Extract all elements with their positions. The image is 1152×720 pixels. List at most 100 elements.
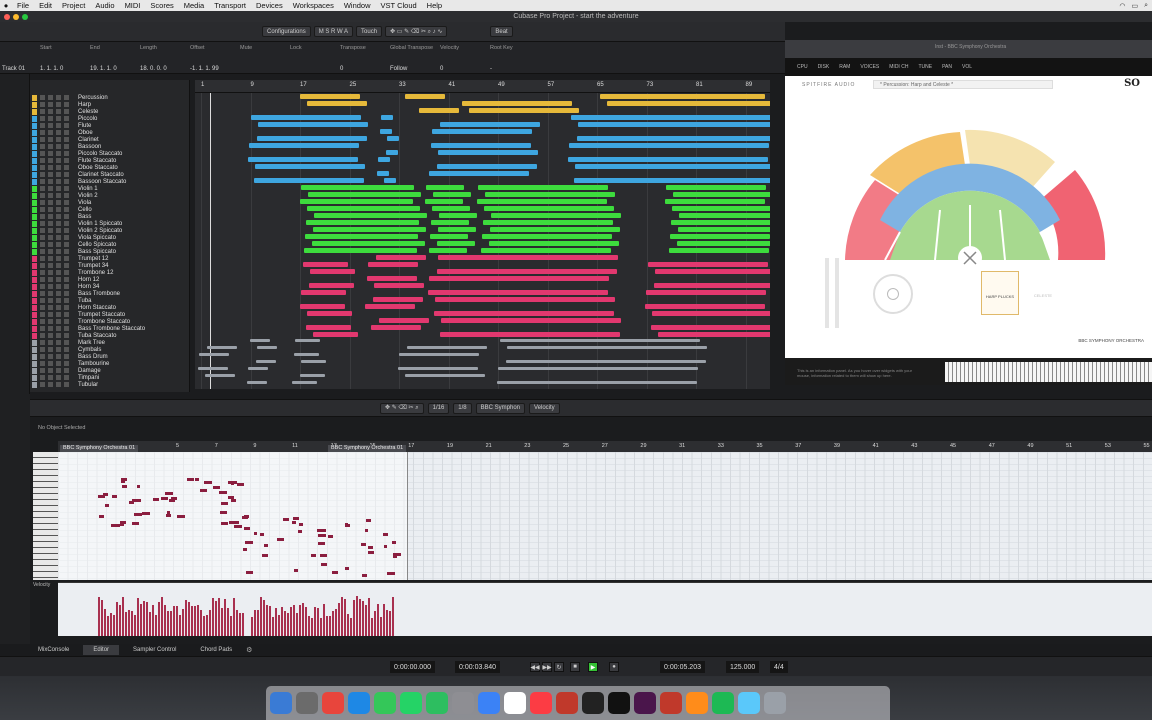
velocity-bar[interactable] — [215, 601, 217, 636]
velocity-bar[interactable] — [149, 611, 151, 636]
track-buttons[interactable] — [40, 319, 70, 324]
midi-part[interactable] — [677, 241, 770, 246]
midi-part[interactable] — [247, 381, 267, 384]
dock-mail-icon[interactable] — [478, 692, 500, 714]
track-row[interactable]: Bass Trombone Staccato — [30, 325, 188, 332]
info-value-9[interactable]: - — [490, 66, 492, 72]
plugin-header-item[interactable]: VOL — [962, 64, 972, 70]
velocity-bar[interactable] — [290, 606, 292, 636]
velocity-bar[interactable] — [257, 610, 259, 636]
track-row[interactable]: Percussion — [30, 94, 188, 101]
velocity-bar[interactable] — [356, 596, 358, 636]
track-row[interactable]: Trumpet 34 — [30, 262, 188, 269]
track-buttons[interactable] — [40, 361, 70, 366]
track-row[interactable]: Horn 12 — [30, 276, 188, 283]
midi-note[interactable] — [245, 570, 253, 574]
track-buttons[interactable] — [40, 228, 70, 233]
midi-note[interactable] — [119, 523, 125, 527]
velocity-bar[interactable] — [305, 607, 307, 636]
track-row[interactable]: Violin 2 — [30, 192, 188, 199]
dock-slack-icon[interactable] — [634, 692, 656, 714]
automation-mode-select[interactable]: Touch — [356, 26, 383, 37]
track-buttons[interactable] — [40, 368, 70, 373]
midi-note[interactable] — [165, 513, 171, 517]
track-buttons[interactable] — [40, 326, 70, 331]
midi-part[interactable] — [574, 178, 770, 183]
midi-part[interactable] — [378, 157, 390, 162]
midi-part[interactable] — [431, 143, 531, 148]
track-buttons[interactable] — [40, 200, 70, 205]
velocity-bar[interactable] — [287, 612, 289, 636]
midi-part[interactable] — [440, 332, 620, 337]
midi-note[interactable] — [220, 501, 228, 505]
midi-part[interactable] — [374, 283, 424, 288]
midi-part[interactable] — [482, 234, 612, 239]
midi-part[interactable] — [300, 374, 325, 377]
midi-part[interactable] — [462, 101, 572, 106]
midi-note[interactable] — [236, 483, 245, 487]
close-button[interactable] — [4, 14, 10, 20]
velocity-bar[interactable] — [380, 616, 382, 636]
midi-part[interactable] — [483, 220, 613, 225]
midi-note[interactable] — [276, 538, 285, 542]
track-buttons[interactable] — [40, 109, 70, 114]
midi-part[interactable] — [506, 360, 706, 363]
velocity-bar[interactable] — [362, 601, 364, 636]
controller-lane-select[interactable]: Velocity — [529, 402, 560, 414]
midi-note[interactable] — [291, 520, 297, 524]
midi-note[interactable] — [383, 545, 388, 549]
track-row[interactable]: Violin 1 — [30, 185, 188, 192]
midi-part[interactable] — [306, 325, 351, 330]
dock-music-icon[interactable] — [530, 692, 552, 714]
velocity-bar[interactable] — [263, 600, 265, 636]
midi-part[interactable] — [248, 157, 358, 162]
midi-note[interactable] — [165, 491, 173, 495]
info-value-0[interactable]: 1. 1. 1. 0 — [40, 66, 63, 72]
midi-part[interactable] — [484, 206, 614, 211]
velocity-bar[interactable] — [176, 605, 178, 636]
midi-part[interactable] — [426, 185, 464, 190]
midi-part[interactable] — [575, 164, 770, 169]
midi-note[interactable] — [283, 517, 289, 521]
track-buttons[interactable] — [40, 186, 70, 191]
velocity-bar[interactable] — [164, 604, 166, 636]
midi-part[interactable] — [257, 136, 367, 141]
note-display[interactable] — [58, 452, 1152, 580]
midi-note[interactable] — [294, 568, 299, 572]
midi-part[interactable] — [300, 94, 360, 99]
midi-part[interactable] — [651, 325, 770, 330]
track-row[interactable]: Flute — [30, 122, 188, 129]
midi-note[interactable] — [177, 515, 186, 519]
velocity-bar[interactable] — [146, 602, 148, 636]
dock-launchpad-icon[interactable] — [296, 692, 318, 714]
dock-spotify-icon[interactable] — [712, 692, 734, 714]
midi-note[interactable] — [219, 491, 227, 495]
midi-note[interactable] — [136, 485, 140, 489]
minimize-button[interactable] — [13, 14, 19, 20]
velocity-bar[interactable] — [128, 610, 130, 636]
midi-part[interactable] — [307, 311, 352, 316]
midi-part[interactable] — [607, 101, 770, 106]
track-row[interactable]: Trumpet Staccato — [30, 311, 188, 318]
midi-part[interactable] — [437, 241, 475, 246]
midi-note[interactable] — [332, 571, 339, 575]
midi-note[interactable] — [368, 550, 374, 554]
velocity-bar[interactable] — [365, 605, 367, 636]
velocity-bar[interactable] — [107, 616, 109, 636]
track-buttons[interactable] — [40, 137, 70, 142]
midi-note[interactable] — [393, 554, 398, 558]
midi-part[interactable] — [441, 318, 621, 323]
dock-downloads-icon[interactable] — [738, 692, 760, 714]
midi-note[interactable] — [317, 529, 326, 533]
midi-part[interactable] — [301, 360, 326, 363]
midi-note[interactable] — [364, 529, 369, 533]
menu-file[interactable]: File — [12, 1, 34, 10]
midi-part[interactable] — [655, 269, 770, 274]
midi-part[interactable] — [679, 213, 770, 218]
midi-note[interactable] — [260, 533, 265, 537]
midi-part[interactable] — [199, 353, 229, 356]
velocity-bar[interactable] — [353, 599, 355, 636]
velocity-bar[interactable] — [230, 616, 232, 636]
velocity-bar[interactable] — [206, 614, 208, 636]
track-row[interactable]: Bass Spiccato — [30, 248, 188, 255]
